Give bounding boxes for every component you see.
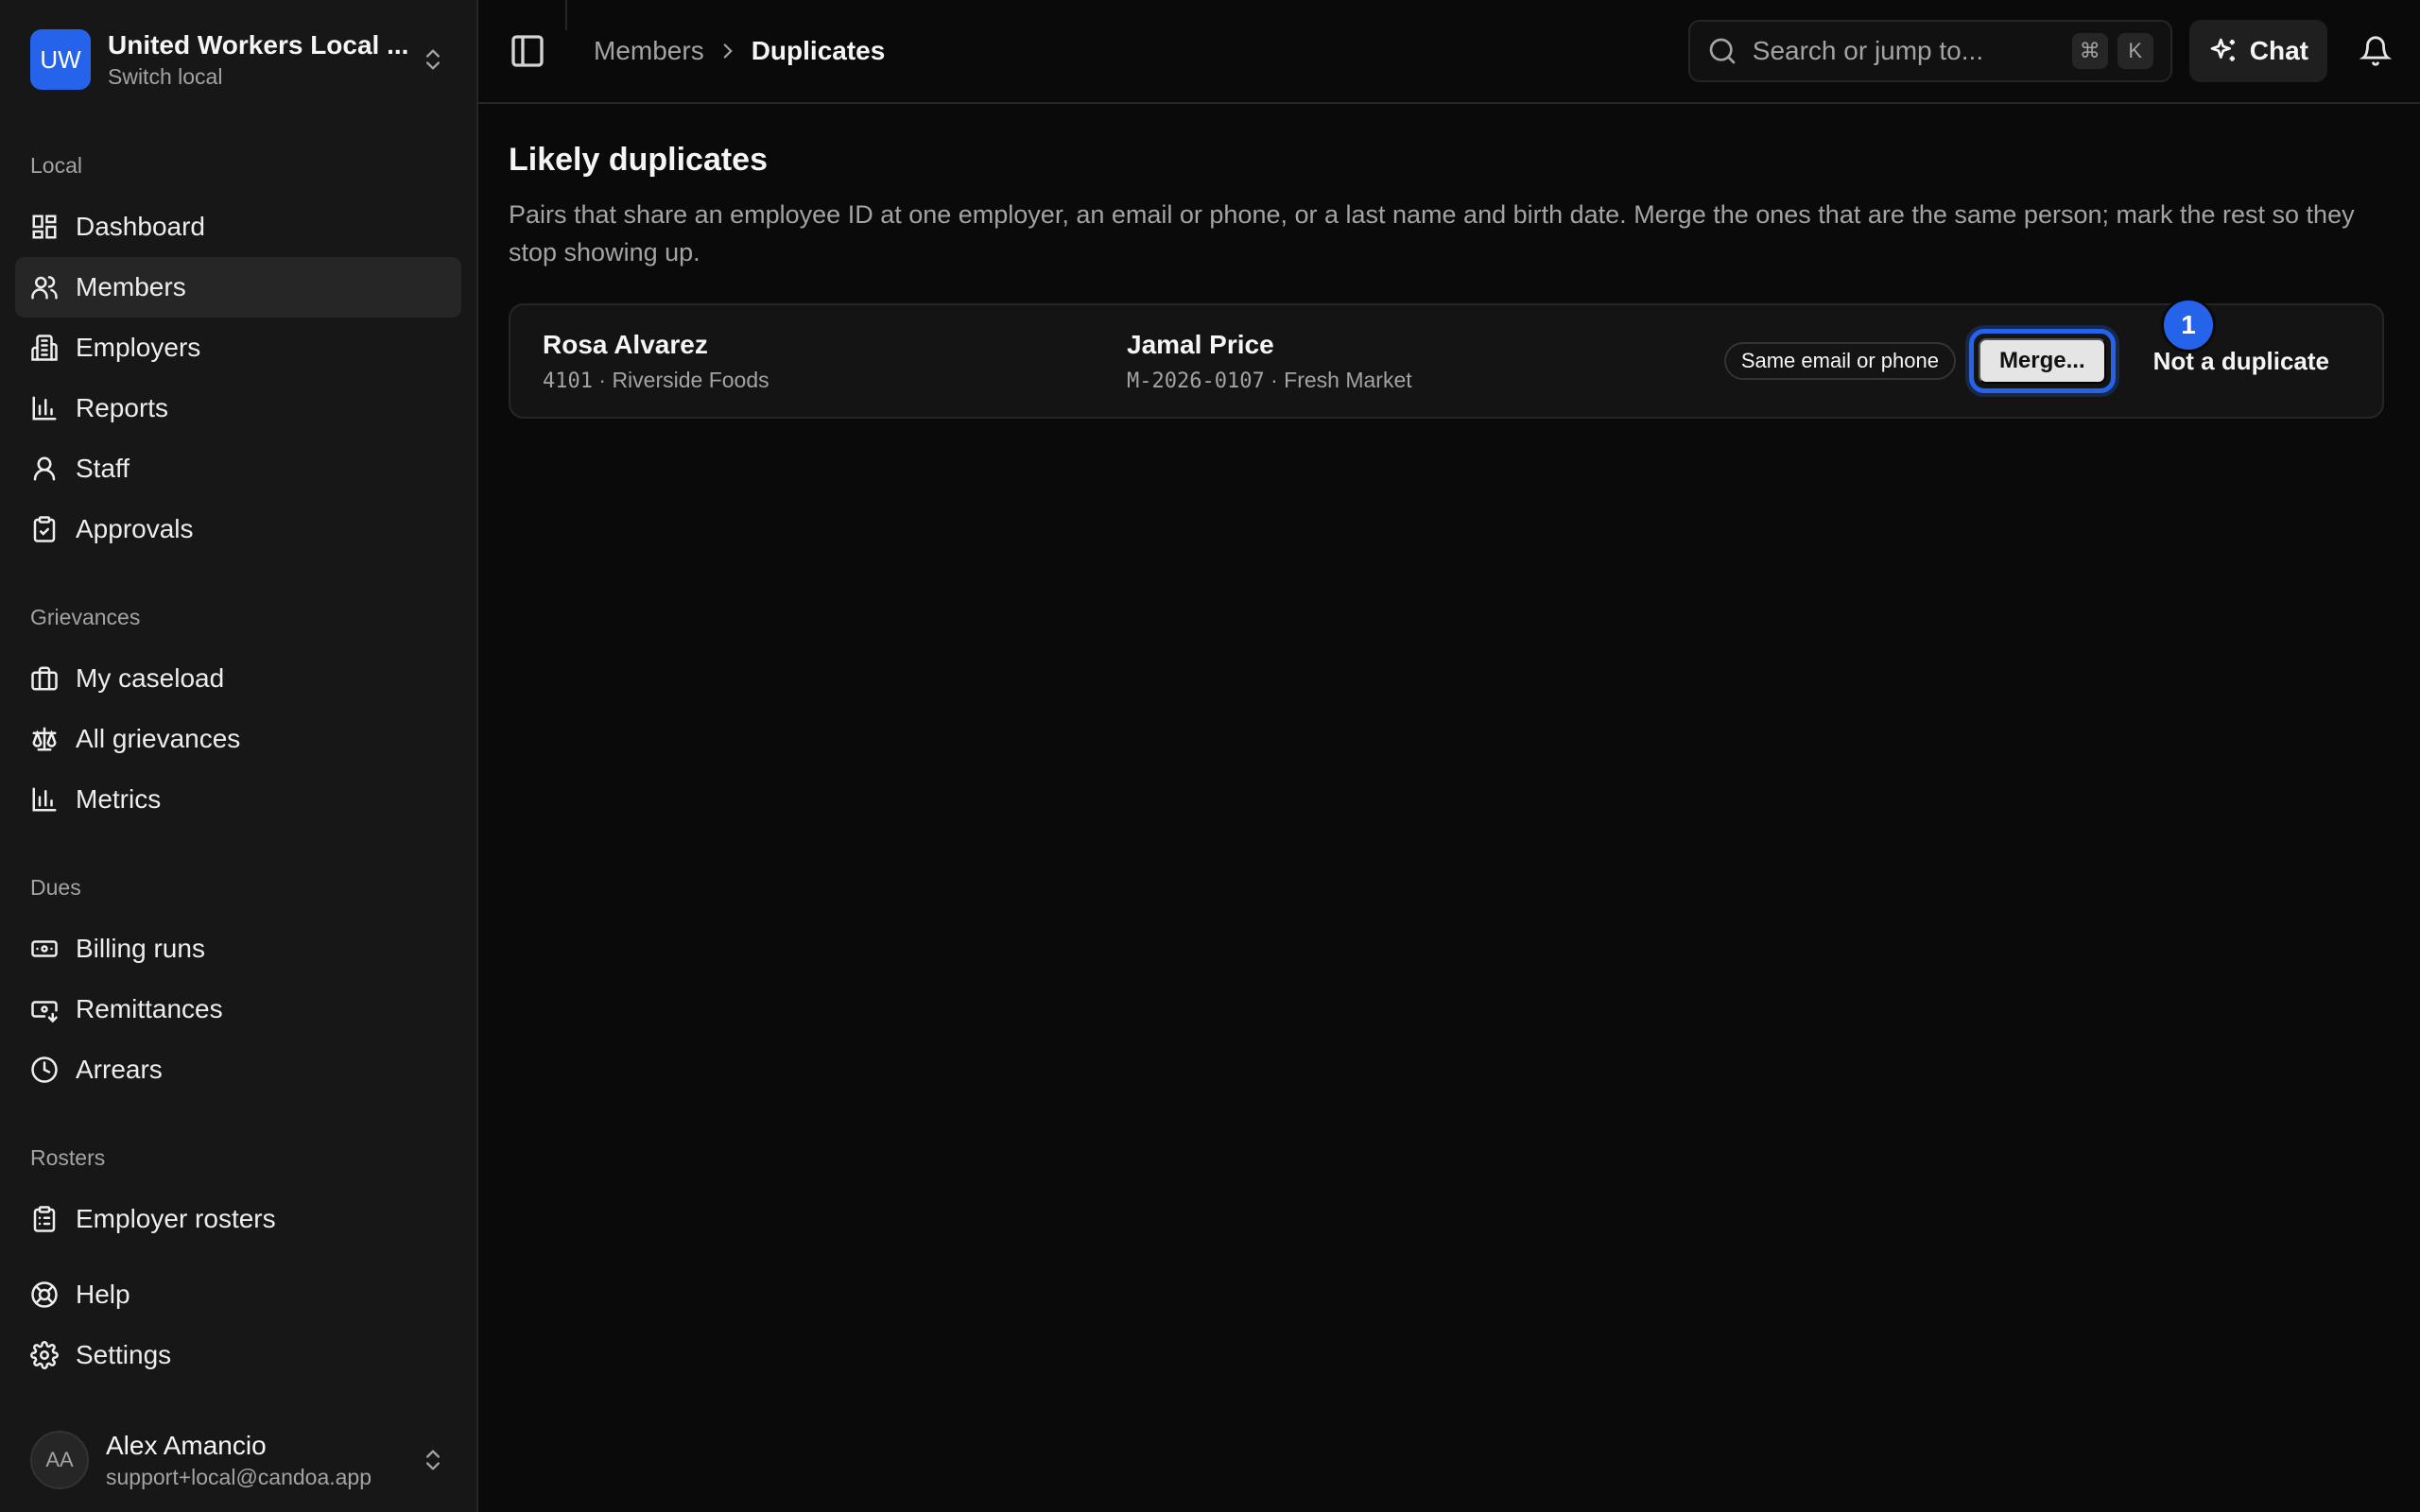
page-description: Pairs that share an employee ID at one e…: [509, 200, 2355, 266]
breadcrumb: Members Duplicates: [594, 36, 885, 66]
member-id: M-2026-0107: [1127, 369, 1265, 393]
section-label-local: Local: [30, 153, 82, 178]
shortcut-cmd-key: ⌘: [2071, 33, 2108, 69]
search-input[interactable]: Search or jump to... ⌘ K: [1687, 20, 2172, 82]
user-email: support+local@candoa.app: [106, 1464, 372, 1489]
chat-button[interactable]: Chat: [2188, 20, 2327, 82]
sidebar-item-label: All grievances: [76, 724, 241, 753]
main: Members Duplicates Search or jump to... …: [478, 0, 2420, 1512]
sidebar-item-dashboard[interactable]: Dashboard: [15, 197, 461, 257]
member-employer: Fresh Market: [1284, 367, 1412, 392]
banknote-icon: [31, 940, 58, 957]
section-label-grievances: Grievances: [30, 605, 141, 629]
user-menu[interactable]: AA Alex Amancio support+local@candoa.app: [0, 1408, 476, 1512]
shortcut-k-key: K: [2117, 33, 2153, 69]
sidebar-item-label: My caseload: [76, 663, 225, 693]
building-icon: [31, 335, 58, 361]
member-name: Rosa Alvarez: [543, 329, 708, 359]
merge-button[interactable]: Merge...: [1978, 338, 2106, 384]
org-avatar: UW: [30, 29, 91, 90]
sidebar-item-settings[interactable]: Settings: [15, 1325, 461, 1385]
sidebar-item-reports[interactable]: Reports: [15, 378, 461, 438]
content: Likely duplicates Pairs that share an em…: [478, 104, 2420, 456]
user-name: Alex Amancio: [106, 1430, 267, 1460]
sidebar-item-all-grievances[interactable]: All grievances: [15, 709, 461, 769]
sidebar-item-staff[interactable]: Staff: [15, 438, 461, 499]
bar-chart-icon: [32, 396, 57, 421]
sidebar-item-label: Members: [76, 272, 186, 301]
bell-icon[interactable]: [2360, 35, 2392, 67]
sidebar-item-metrics[interactable]: Metrics: [15, 769, 461, 830]
users-icon: [31, 276, 58, 300]
sidebar-item-label: Dashboard: [76, 212, 205, 241]
sidebar-item-label: Reports: [76, 393, 169, 422]
sidebar-item-label: Employers: [76, 333, 201, 362]
member-employer: Riverside Foods: [612, 367, 769, 392]
bar-chart-icon: [32, 787, 57, 812]
money-in-icon: [31, 1001, 58, 1023]
sidebar-item-employers[interactable]: Employers: [15, 318, 461, 378]
chevrons-up-down-icon: [426, 49, 440, 70]
scale-icon: [32, 727, 57, 751]
breadcrumb-members[interactable]: Members: [594, 36, 704, 66]
sidebar: UW United Workers Local ... Switch local…: [0, 0, 478, 1512]
member-meta: 4101 · Riverside Foods: [543, 367, 769, 393]
topbar: Members Duplicates Search or jump to... …: [478, 0, 2420, 104]
member-name: Jamal Price: [1127, 329, 1274, 359]
gear-icon: [30, 1341, 59, 1369]
sidebar-item-label: Remittances: [76, 994, 223, 1023]
sidebar-item-approvals[interactable]: Approvals: [15, 499, 461, 559]
not-duplicate-button[interactable]: Not a duplicate: [2133, 335, 2350, 387]
clipboard-list-icon: [33, 1206, 56, 1232]
section-label-dues: Dues: [30, 875, 81, 900]
sidebar-item-label: Metrics: [76, 784, 162, 814]
sidebar-toggle-icon[interactable]: [509, 32, 546, 70]
match-reason-badge: Same email or phone: [1723, 342, 1956, 380]
chat-label: Chat: [2249, 36, 2308, 65]
duplicate-right-member[interactable]: Jamal Price M-2026-0107 · Fresh Market: [1127, 330, 1711, 393]
dashboard-icon: [32, 215, 57, 239]
search-placeholder: Search or jump to...: [1752, 36, 1984, 65]
sidebar-item-billing-runs[interactable]: Billing runs: [15, 919, 461, 979]
briefcase-icon: [31, 666, 58, 691]
sidebar-item-label: Staff: [76, 454, 130, 483]
sidebar-item-help[interactable]: Help: [15, 1264, 461, 1325]
sidebar-item-label: Employer rosters: [76, 1204, 276, 1233]
sidebar-item-label: Help: [76, 1280, 130, 1309]
member-id: 4101: [543, 369, 593, 393]
sidebar-item-label: Billing runs: [76, 934, 205, 963]
merge-focus-ring: Merge...: [1968, 329, 2116, 393]
duplicate-left-member[interactable]: Rosa Alvarez 4101 · Riverside Foods: [543, 330, 1127, 393]
org-name: United Workers Local ...: [108, 29, 409, 60]
sidebar-item-label: Settings: [76, 1340, 172, 1369]
life-buoy-icon: [31, 1281, 58, 1308]
step-badge: 1: [2161, 298, 2216, 352]
sidebar-item-my-caseload[interactable]: My caseload: [15, 648, 461, 709]
section-label-rosters: Rosters: [30, 1145, 106, 1170]
breadcrumb-current: Duplicates: [751, 36, 886, 65]
sparkles-icon: [2210, 38, 2235, 61]
user-icon: [33, 456, 56, 481]
sidebar-item-label: Approvals: [76, 514, 194, 543]
duplicate-pair-card: Rosa Alvarez 4101 · Riverside Foods Jama…: [509, 298, 2384, 419]
sidebar-item-employer-rosters[interactable]: Employer rosters: [15, 1189, 461, 1249]
chevron-right-icon: [723, 43, 733, 59]
search-icon: [1709, 38, 1736, 64]
sidebar-item-members[interactable]: Members: [15, 257, 461, 318]
member-meta: M-2026-0107 · Fresh Market: [1127, 367, 1412, 393]
sidebar-item-arrears[interactable]: Arrears: [15, 1040, 461, 1100]
org-switcher[interactable]: UW United Workers Local ... Switch local: [0, 0, 476, 119]
clock-icon: [31, 1057, 58, 1083]
clipboard-check-icon: [33, 516, 56, 542]
org-switch-label: Switch local: [108, 63, 223, 89]
chevrons-up-down-icon: [426, 1450, 440, 1470]
divider: [565, 0, 567, 30]
sidebar-item-label: Arrears: [76, 1055, 163, 1084]
avatar: AA: [30, 1431, 89, 1489]
page-title: Likely duplicates: [509, 142, 768, 178]
sidebar-item-remittances[interactable]: Remittances: [15, 979, 461, 1040]
